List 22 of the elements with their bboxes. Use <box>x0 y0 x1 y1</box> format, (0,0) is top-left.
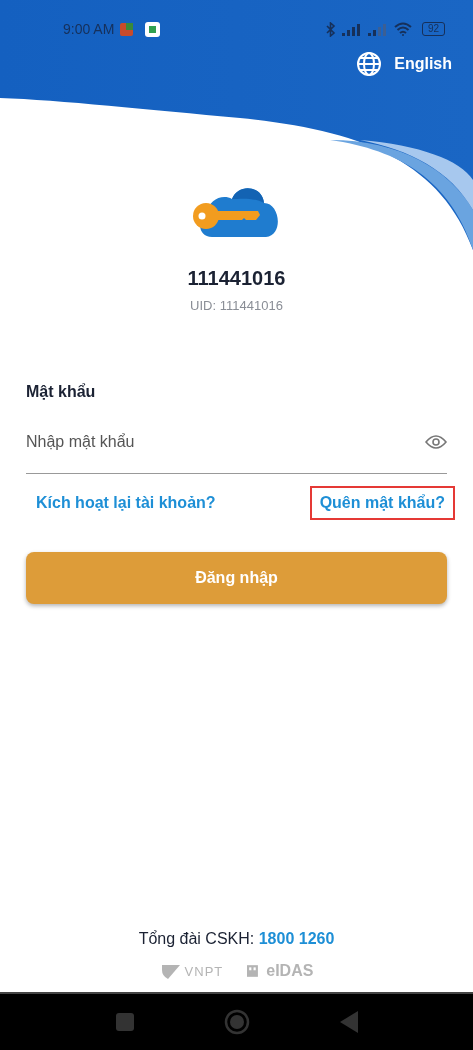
text-link[interactable]: Kích hoạt lại tài khoản? <box>26 486 226 520</box>
login-button[interactable]: Đăng nhập <box>26 552 447 604</box>
signal-icon <box>367 22 388 36</box>
status-time: 9:00 AM <box>63 21 115 37</box>
partner-logo: VNPT <box>159 962 224 980</box>
bluetooth-icon <box>325 21 336 37</box>
eye-icon[interactable] <box>425 434 447 450</box>
signal-icon <box>341 22 362 36</box>
battery-level: 92 <box>421 22 445 36</box>
field-label: Mật khẩu <box>26 383 97 401</box>
account-number: 111441016 <box>187 267 286 290</box>
highlighted-link[interactable]: Quên mật khẩu? <box>309 486 455 520</box>
language-option[interactable]: English <box>394 55 452 73</box>
globe-icon[interactable] <box>356 51 383 77</box>
recent-apps-icon[interactable] <box>115 1013 134 1031</box>
home-icon[interactable] <box>223 1009 250 1035</box>
hotline-text: Tổng đài CSKH: 1800 1260 <box>138 930 335 948</box>
account-uid: UID: 111441016 <box>190 298 283 313</box>
partner-logo: eIDAS <box>247 962 314 980</box>
wifi-icon <box>393 22 412 36</box>
password-field[interactable]: Nhập mật khẩu <box>26 433 425 451</box>
back-icon[interactable] <box>339 1011 358 1033</box>
